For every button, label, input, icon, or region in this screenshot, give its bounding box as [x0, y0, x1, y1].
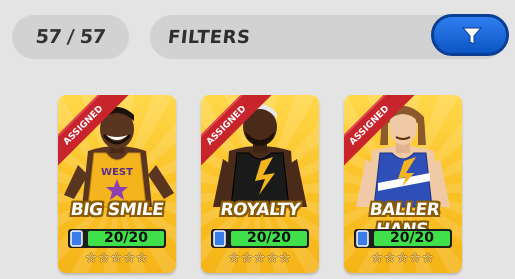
card-counter: 57 / 57 — [12, 15, 129, 59]
filter-bar[interactable]: FILTERS — [150, 14, 509, 59]
progress-text: 20/20 — [103, 230, 149, 246]
card-counter-text: 57 / 57 — [34, 26, 107, 48]
star-rating: ☆☆☆☆☆ — [85, 251, 149, 266]
progress-bar: 20/20 — [354, 229, 452, 248]
jersey-text: WEST — [101, 167, 133, 178]
player-card-royalty[interactable]: ASSIGNED ROYALTY 20/20 ☆☆☆☆☆ — [201, 95, 319, 273]
card-icon — [70, 230, 83, 247]
star-rating: ☆☆☆☆☆ — [228, 251, 292, 266]
player-card-baller-hans[interactable]: ASSIGNED BALLER HANS 20/20 ☆☆☆☆☆ — [344, 95, 462, 273]
star-rating: ☆☆☆☆☆ — [371, 251, 435, 266]
player-name: ROYALTY — [218, 200, 301, 220]
progress-bar: 20/20 — [68, 229, 166, 248]
progress-bar: 20/20 — [211, 229, 309, 248]
player-card-big-smile[interactable]: WEST ASSIGNED BIG SMILE 20/20 ☆☆☆☆☆ — [58, 95, 176, 273]
card-icon — [356, 230, 369, 247]
card-icon — [213, 230, 226, 247]
filter-funnel-icon — [461, 27, 483, 45]
progress-text: 20/20 — [389, 230, 435, 246]
filter-label: FILTERS — [166, 27, 252, 48]
progress-text: 20/20 — [246, 230, 292, 246]
filter-button[interactable] — [431, 14, 509, 56]
player-name: BIG SMILE — [69, 200, 165, 220]
